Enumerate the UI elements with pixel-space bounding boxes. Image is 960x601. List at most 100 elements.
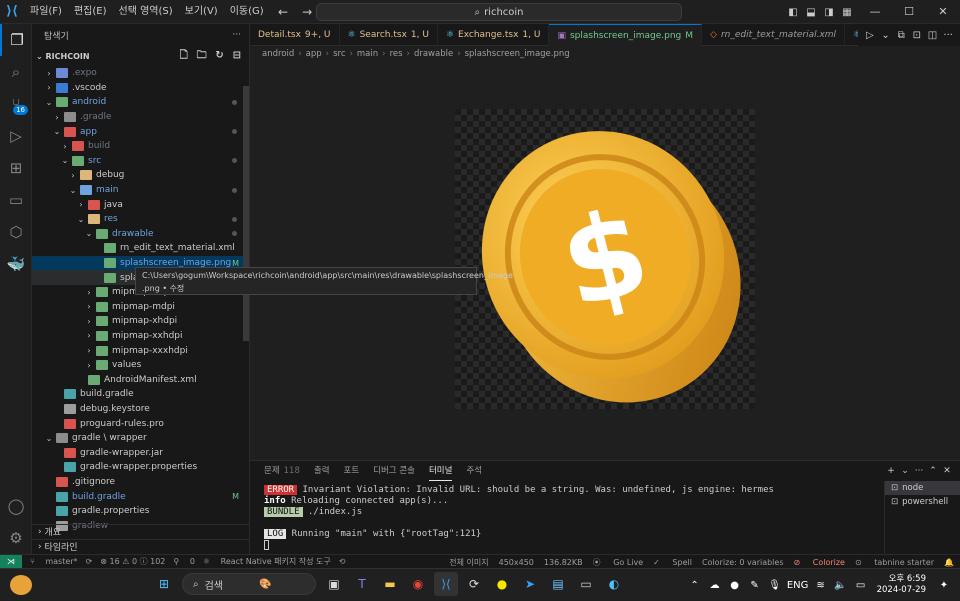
image-zoom-status[interactable]: 전체 이미지 xyxy=(449,557,488,568)
tree-item[interactable]: AndroidManifest.xml xyxy=(32,372,249,387)
battery-icon[interactable]: ▭ xyxy=(851,580,871,591)
app-icon-blue[interactable]: ◐ xyxy=(602,572,626,596)
tree-item[interactable]: › .gradle xyxy=(32,110,249,125)
tree-item[interactable]: ⌄ android xyxy=(32,95,249,110)
breadcrumb-item[interactable]: drawable xyxy=(414,49,453,59)
editor-tab[interactable]: ⚛ Exchange.tsx 1, U xyxy=(438,24,550,46)
panel-tab[interactable]: 디버그 콘솔 xyxy=(373,461,415,481)
wifi-icon[interactable]: ≋ xyxy=(811,580,831,591)
run-icon[interactable]: ▷ xyxy=(862,30,878,41)
breadcrumb-item[interactable]: res xyxy=(390,49,403,59)
close-button[interactable]: ✕ xyxy=(926,0,960,24)
close-panel-icon[interactable]: ✕ xyxy=(940,466,954,476)
chrome-icon[interactable]: ◉ xyxy=(406,572,430,596)
tabnine-status[interactable]: ⊙ tabnine starter xyxy=(855,558,934,567)
reload-icon[interactable]: ⟲ xyxy=(339,557,346,566)
editor-tab[interactable]: Detail.tsx 9+, U xyxy=(250,24,340,46)
app-icon-dev[interactable]: ⟳ xyxy=(462,572,486,596)
vscode-taskbar-icon[interactable]: ⟩⟨ xyxy=(434,572,458,596)
open-changes-icon[interactable]: ⧉ xyxy=(893,30,909,41)
tree-item[interactable]: › .expo xyxy=(32,66,249,81)
teams-icon[interactable]: T xyxy=(350,572,374,596)
panel-tab[interactable]: 문제 118 xyxy=(264,461,300,481)
maximize-panel-icon[interactable]: ⌃ xyxy=(926,466,940,476)
menu-item[interactable]: 보기(V) xyxy=(179,0,224,24)
panel-tab[interactable]: 출력 xyxy=(314,461,330,481)
account-icon[interactable]: ◯ xyxy=(0,490,32,522)
tree-item[interactable]: rn_edit_text_material.xml xyxy=(32,241,249,256)
toggle-diff-icon[interactable]: ⊡ xyxy=(909,30,925,41)
breadcrumb-item[interactable]: main xyxy=(357,49,378,59)
tree-item[interactable]: ⌄ res xyxy=(32,212,249,227)
tree-item[interactable]: › mipmap-xxxhdpi xyxy=(32,343,249,358)
remote-explorer-icon[interactable]: ▭ xyxy=(0,184,32,216)
react-native-status[interactable]: ⚛ React Native 패키지 작성 도구 xyxy=(203,556,331,567)
explorer-icon[interactable]: ❐ xyxy=(0,24,32,56)
new-file-icon[interactable]: 🗋 xyxy=(180,50,188,61)
chevron-down-icon[interactable]: ⌄ xyxy=(898,466,912,476)
timeline-section[interactable]: › 타임라인 xyxy=(32,539,249,553)
remote-indicator-icon[interactable]: ⋊ xyxy=(0,554,22,569)
tree-item[interactable]: gradle-wrapper.properties xyxy=(32,460,249,475)
new-folder-icon[interactable]: 🗀 xyxy=(197,50,207,61)
menu-item[interactable]: 이동(G) xyxy=(224,0,270,24)
app-icon-arrow[interactable]: ➤ xyxy=(518,572,542,596)
menu-item[interactable]: 선택 영역(S) xyxy=(113,0,179,24)
run-debug-icon[interactable]: ▷ xyxy=(0,120,32,152)
ports-status[interactable]: ⚲ 0 xyxy=(173,557,195,566)
tree-item[interactable]: ⌄ src xyxy=(32,154,249,169)
clock[interactable]: 오후 6:59 2024-07-29 xyxy=(877,574,926,596)
docker-icon[interactable]: 🐳 xyxy=(0,248,32,280)
tree-item[interactable]: › debug xyxy=(32,168,249,183)
copilot-icon[interactable]: ✦ xyxy=(934,580,954,591)
volume-icon[interactable]: 🔈 xyxy=(831,580,851,591)
tree-item[interactable]: › mipmap-xxhdpi xyxy=(32,329,249,344)
tree-item[interactable]: proguard-rules.pro xyxy=(32,416,249,431)
tree-item[interactable]: debug.keystore xyxy=(32,402,249,417)
colorize-vars-status[interactable]: Colorize: 0 variables xyxy=(702,558,784,567)
sidebar-scrollbar[interactable] xyxy=(243,86,249,341)
maximize-button[interactable]: ☐ xyxy=(892,0,926,24)
breadcrumb-item[interactable]: splashscreen_image.png xyxy=(465,49,570,59)
menu-item[interactable]: 편집(E) xyxy=(68,0,113,24)
kakao-tray-icon[interactable]: ● xyxy=(725,580,745,591)
customize-layout-icon[interactable]: ▦ xyxy=(838,7,856,18)
extensions-icon[interactable]: ⊞ xyxy=(0,152,32,184)
breadcrumb-item[interactable]: app xyxy=(306,49,322,59)
split-editor-icon[interactable]: ◫ xyxy=(925,30,941,41)
panel-tab[interactable]: 주석 xyxy=(466,461,482,481)
command-center-search[interactable]: ⌕ richcoin xyxy=(316,3,682,21)
tree-item[interactable]: ⌄ drawable xyxy=(32,227,249,242)
collapse-all-icon[interactable]: ⊟ xyxy=(233,50,241,61)
tree-item[interactable]: build.gradle M xyxy=(32,489,249,504)
start-button-icon[interactable]: ⊞ xyxy=(152,572,176,596)
more-actions-icon[interactable]: ··· xyxy=(232,30,241,40)
file-explorer-icon[interactable]: ▬ xyxy=(378,572,402,596)
project-header[interactable]: ⌄ RICHCOIN 🗋 🗀 ↻ ⊟ xyxy=(32,46,249,66)
outline-section[interactable]: › 개요 xyxy=(32,524,249,538)
notepad-icon[interactable]: ▤ xyxy=(546,572,570,596)
source-control-icon[interactable]: ⑂ 16 xyxy=(0,88,32,120)
refresh-icon[interactable]: ↻ xyxy=(215,50,223,61)
search-view-icon[interactable]: ⌕ xyxy=(0,56,32,88)
notifications-bell-icon[interactable]: 🔔 xyxy=(944,558,954,567)
go-live-button[interactable]: ⦿ Go Live xyxy=(593,557,644,568)
terminal-app-icon[interactable]: ▭ xyxy=(574,572,598,596)
panel-tab[interactable]: 터미널 xyxy=(428,461,453,481)
tree-item[interactable]: › values xyxy=(32,358,249,373)
pen-icon[interactable]: ✎ xyxy=(745,580,765,591)
colorize-status[interactable]: ⊘ Colorize xyxy=(794,558,845,567)
task-view-icon[interactable]: ▣ xyxy=(322,572,346,596)
tree-item[interactable]: › java xyxy=(32,197,249,212)
language-indicator[interactable]: ENG xyxy=(785,580,811,591)
tree-item[interactable]: ⌄ app xyxy=(32,124,249,139)
terminal-item-powershell[interactable]: ⊡ powershell xyxy=(885,495,960,509)
tree-item[interactable]: › .vscode xyxy=(32,81,249,96)
expo-icon[interactable]: ⬡ xyxy=(0,216,32,248)
settings-gear-icon[interactable]: ⚙ xyxy=(0,522,32,554)
taskbar-search[interactable]: ⌕ 검색 🎨 xyxy=(182,573,316,595)
sync-icon[interactable]: ⟳ xyxy=(86,557,93,566)
weather-widget-icon[interactable] xyxy=(10,575,32,595)
terminal-output[interactable]: ERROR Invariant Violation: Invalid URL: … xyxy=(264,485,874,551)
new-terminal-icon[interactable]: + xyxy=(884,466,898,476)
